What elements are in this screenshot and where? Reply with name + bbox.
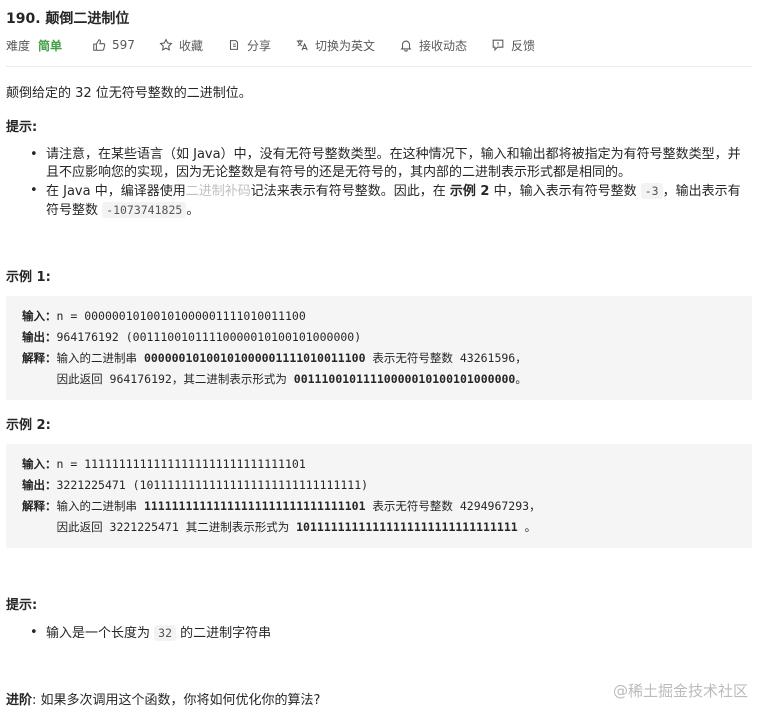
output-value: 3221225471 (1011111111111111111111111111… (56, 478, 369, 492)
input-label: 输入： (22, 309, 57, 323)
output-label: 输出： (22, 330, 57, 344)
inline-code: -3 (640, 183, 663, 199)
explanation-binary: 00000010100101000001111010011100 (143, 351, 366, 365)
output-value: 964176192 (00111001011110000010100101000… (56, 330, 362, 344)
hints-list: 输入是一个长度为 32 的二进制字符串 (30, 624, 750, 643)
explanation-text: 表示无符号整数 43261596， (365, 351, 527, 365)
watermark: @稀土掘金技术社区 (612, 682, 748, 700)
star-icon (159, 38, 173, 51)
like-button[interactable]: 597 (92, 38, 135, 52)
switch-language-button[interactable]: 切换为英文 (295, 37, 375, 54)
thumbs-up-icon (93, 39, 106, 51)
explanation-text: 因此返回 964176192，其二进制表示形式为 (22, 372, 294, 386)
problem-description: 颠倒给定的 32 位无符号整数的二进制位。 (6, 86, 252, 101)
explanation-text: 输入的二进制串 (56, 351, 144, 365)
explanation-binary: 11111111111111111111111111111101 (143, 499, 366, 513)
example-1-block: 输入：n = 00000010100101000001111010011100 … (6, 296, 752, 400)
translate-icon (296, 39, 308, 51)
share-label: 分享 (246, 38, 271, 53)
example-1-heading: 示例 1: (6, 270, 51, 285)
tip-item: 在 Java 中，编译器使用二进制补码记法来表示有符号整数。因此，在 示例 2 … (30, 182, 750, 220)
difficulty-badge: 简单 (38, 38, 63, 53)
explanation-text: 表示无符号整数 4294967293， (365, 499, 541, 513)
difficulty-label: 难度 (6, 38, 31, 53)
share-icon (229, 40, 238, 50)
share-button[interactable]: 分享 (227, 37, 271, 54)
subscribe-label: 接收动态 (418, 38, 467, 53)
example-2-block: 输入：n = 11111111111111111111111111111101 … (6, 444, 752, 548)
input-label: 输入： (22, 457, 57, 471)
output-label: 输出： (22, 478, 57, 492)
bell-icon (400, 40, 412, 52)
problem-meta-bar: 难度 简单 597 收藏 分享 切换为英文 接收动态 反馈 (6, 36, 559, 54)
hint-text: 输入是一个长度为 (46, 626, 155, 641)
feedback-button[interactable]: 反馈 (491, 37, 535, 54)
tips-list: 请注意，在某些语言（如 Java）中，没有无符号整数类型。在这种情况下，输入和输… (30, 146, 750, 220)
advanced-text: : 如果多次调用这个函数，你将如何优化你的算法? (32, 693, 321, 708)
divider (6, 66, 752, 67)
inline-code: 32 (154, 625, 176, 641)
input-value: n = 11111111111111111111111111111101 (56, 457, 306, 471)
explanation-binary: 10111111111111111111111111111111 (296, 520, 518, 534)
tip-text: 。 (186, 203, 200, 218)
explanation-text: 。 (517, 520, 537, 534)
favorite-button[interactable]: 收藏 (159, 37, 203, 54)
tip-text: 记法来表示有符号整数。因此，在 (250, 184, 450, 199)
explanation-text: 输入的二进制串 (56, 499, 144, 513)
tip-text: 在 Java 中，编译器使用 (46, 184, 186, 199)
explanation-text: 因此返回 3221225471 其二进制表示形式为 (22, 520, 297, 534)
input-value: n = 00000010100101000001111010011100 (56, 309, 306, 323)
advanced-label: 进阶 (6, 693, 33, 708)
hint-item: 输入是一个长度为 32 的二进制字符串 (30, 624, 750, 643)
tip-text: 请注意，在某些语言（如 Java）中，没有无符号整数类型。在这种情况下，输入和输… (46, 147, 741, 180)
explanation-label: 解释： (22, 351, 57, 365)
tips-heading: 提示: (6, 120, 38, 135)
like-count: 597 (112, 38, 135, 52)
switch-language-label: 切换为英文 (314, 38, 375, 53)
tip-text: 中，输入表示有符号整数 (489, 184, 641, 199)
tip-item: 请注意，在某些语言（如 Java）中，没有无符号整数类型。在这种情况下，输入和输… (30, 146, 750, 182)
favorite-label: 收藏 (178, 38, 203, 53)
feedback-icon (492, 39, 504, 52)
explanation-label: 解释： (22, 499, 57, 513)
twos-complement-link[interactable]: 二进制补码 (186, 184, 251, 199)
example-2-ref: 示例 2 (449, 184, 490, 199)
advanced-section: 进阶: 如果多次调用这个函数，你将如何优化你的算法? (6, 689, 320, 708)
example-2-heading: 示例 2: (6, 418, 51, 433)
inline-code: -1073741825 (102, 202, 187, 218)
hint-text: 的二进制字符串 (176, 626, 272, 641)
explanation-text: 。 (515, 372, 527, 386)
explanation-binary: 00111001011110000010100101000000 (293, 372, 516, 386)
hints-heading: 提示: (6, 598, 38, 613)
problem-title: 190. 颠倒二进制位 (6, 11, 130, 27)
feedback-label: 反馈 (511, 38, 536, 53)
subscribe-button[interactable]: 接收动态 (399, 37, 467, 54)
